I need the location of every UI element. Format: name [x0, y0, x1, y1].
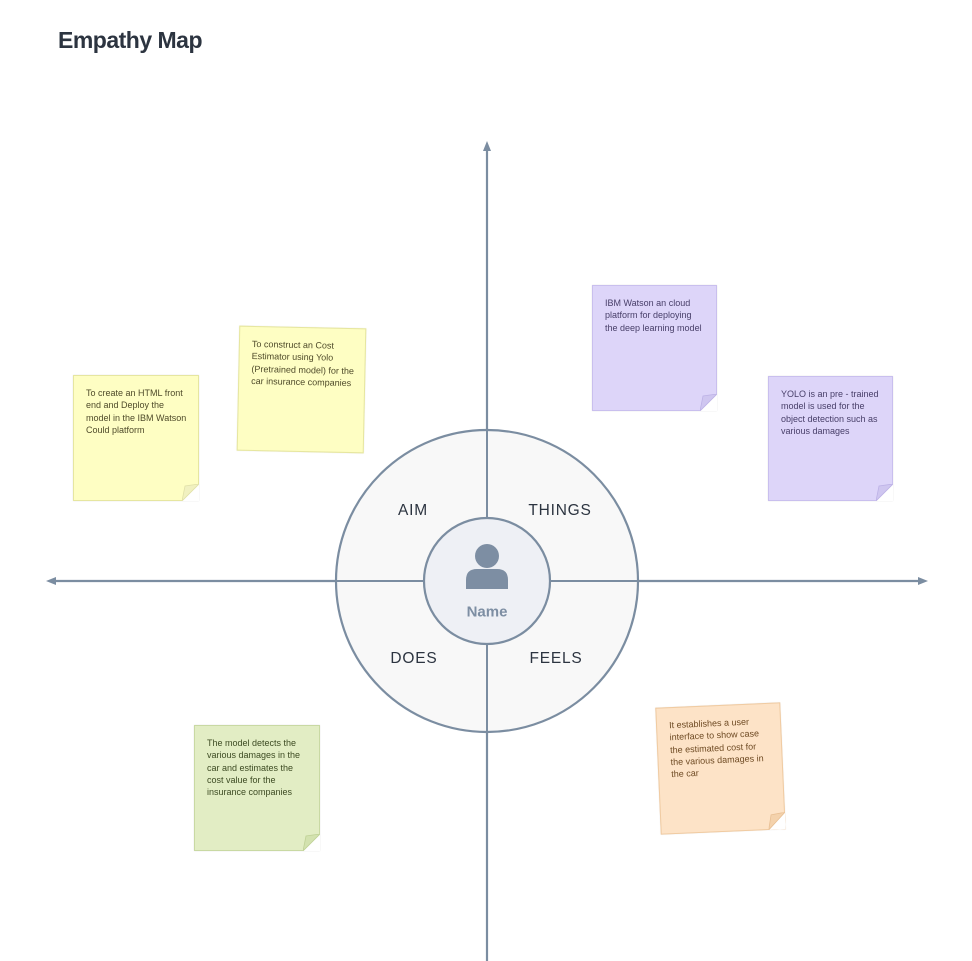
sticky-note-does-1[interactable]: The model detects the various damages in… [194, 725, 320, 851]
horizontal-axis-right-arrow [918, 577, 928, 585]
sticky-note-text: To create an HTML front end and Deploy t… [86, 388, 187, 435]
page-fold-icon [182, 484, 199, 501]
horizontal-axis-left-arrow [46, 577, 56, 585]
sticky-note-feels-1[interactable]: It establishes a user interface to show … [655, 702, 786, 835]
sticky-note-text: YOLO is an pre - trained model is used f… [781, 389, 879, 436]
sticky-note-text: The model detects the various damages in… [207, 738, 301, 798]
sticky-note-text: To construct an Cost Estimator using Yol… [251, 338, 355, 388]
page-fold-icon [876, 484, 893, 501]
sticky-note-text: IBM Watson an cloud platform for deployi… [605, 298, 702, 333]
persona-name[interactable]: Name [467, 604, 508, 621]
quadrant-label-aim: AIM [398, 502, 428, 519]
page-fold-icon [700, 394, 717, 411]
sticky-note-things-1[interactable]: IBM Watson an cloud platform for deployi… [592, 285, 717, 411]
sticky-note-things-2[interactable]: YOLO is an pre - trained model is used f… [768, 376, 893, 501]
sticky-note-aim-2[interactable]: To construct an Cost Estimator using Yol… [236, 325, 367, 454]
page-fold-icon [303, 834, 320, 851]
quadrant-label-does: DOES [390, 650, 438, 667]
page-fold-icon [768, 812, 786, 830]
quadrant-label-things: THINGS [528, 502, 592, 519]
quadrant-label-feels: FEELS [529, 650, 583, 667]
sticky-note-text: It establishes a user interface to show … [668, 716, 764, 780]
vertical-axis-arrow [483, 141, 491, 151]
sticky-note-aim-1[interactable]: To create an HTML front end and Deploy t… [73, 375, 199, 501]
